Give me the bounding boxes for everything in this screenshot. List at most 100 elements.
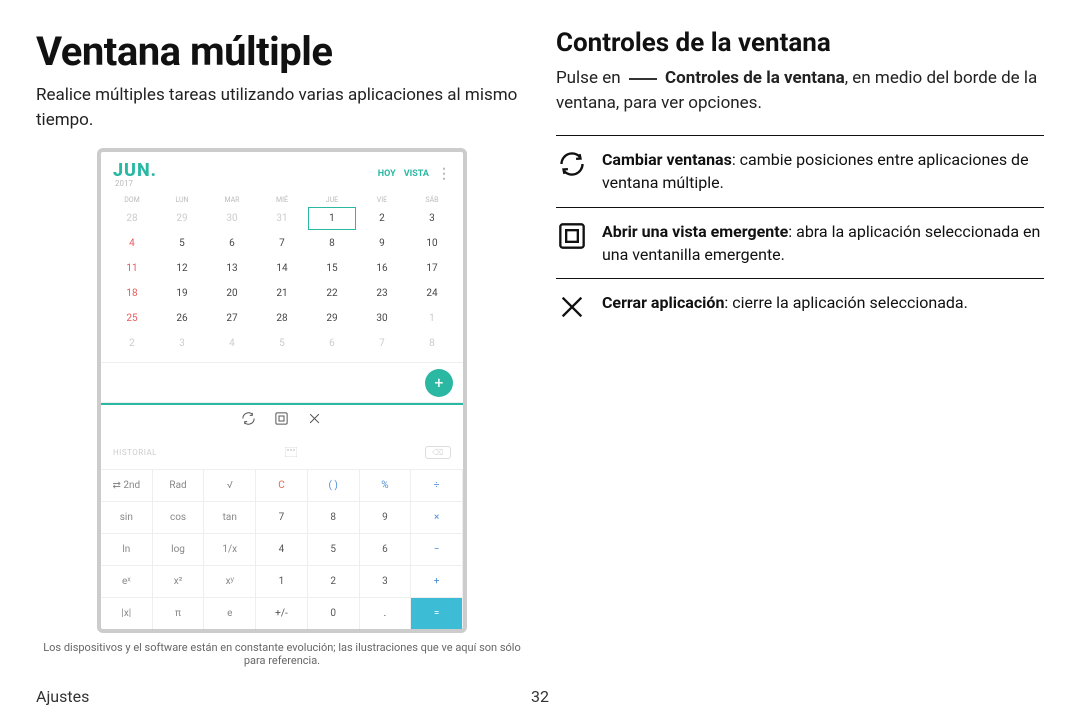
calendar-vista-link[interactable]: VISTA: [404, 169, 429, 179]
calc-key[interactable]: Rad: [153, 469, 205, 501]
calendar-day[interactable]: 6: [207, 231, 257, 256]
calendar-day[interactable]: 30: [357, 306, 407, 331]
calc-key[interactable]: ×: [411, 501, 463, 533]
calendar-day[interactable]: 23: [357, 281, 407, 306]
calendar-day[interactable]: 12: [157, 256, 207, 281]
calendar-day[interactable]: 1: [307, 206, 357, 231]
calendar-day[interactable]: 1: [407, 306, 457, 331]
calendar-day[interactable]: 15: [307, 256, 357, 281]
window-controls-bar[interactable]: [101, 403, 463, 436]
calendar-day[interactable]: 3: [407, 206, 457, 231]
more-icon[interactable]: ⋮: [437, 170, 451, 178]
calc-key[interactable]: cos: [153, 501, 205, 533]
calc-key[interactable]: eˣ: [101, 565, 153, 597]
calc-key[interactable]: |x|: [101, 597, 153, 629]
calendar-day[interactable]: 2: [107, 331, 157, 356]
calendar-day[interactable]: 13: [207, 256, 257, 281]
calc-mode-icon[interactable]: ⌫: [425, 446, 451, 459]
swap-windows-icon[interactable]: [241, 411, 256, 430]
calendar-day[interactable]: 19: [157, 281, 207, 306]
calendar-day[interactable]: 6: [307, 331, 357, 356]
calendar-day[interactable]: 30: [207, 206, 257, 231]
calc-key[interactable]: −: [411, 533, 463, 565]
calc-key[interactable]: 6: [360, 533, 412, 565]
calendar-day[interactable]: 20: [207, 281, 257, 306]
calc-key[interactable]: 1: [256, 565, 308, 597]
calendar-dow: LUN: [157, 194, 207, 206]
calendar-month: JUN.: [113, 160, 157, 181]
calendar-day[interactable]: 14: [257, 256, 307, 281]
calc-key[interactable]: 0: [308, 597, 360, 629]
calc-key[interactable]: ( ): [308, 469, 360, 501]
footer-section: Ajustes: [36, 687, 89, 706]
calendar-day[interactable]: 16: [357, 256, 407, 281]
section-heading: Controles de la ventana: [556, 28, 1044, 58]
calendar-day[interactable]: 10: [407, 231, 457, 256]
swap-windows-icon: [556, 148, 588, 180]
calc-key[interactable]: 8: [308, 501, 360, 533]
calc-key[interactable]: C: [256, 469, 308, 501]
calc-key[interactable]: ln: [101, 533, 153, 565]
calc-key[interactable]: %: [360, 469, 412, 501]
calendar-day[interactable]: 2: [357, 206, 407, 231]
calendar-day[interactable]: 4: [207, 331, 257, 356]
close-app-icon: [556, 291, 588, 323]
calendar-day[interactable]: 24: [407, 281, 457, 306]
calendar-dow: DOM: [107, 194, 157, 206]
calendar-day[interactable]: 28: [257, 306, 307, 331]
calc-key[interactable]: tan: [204, 501, 256, 533]
calc-key[interactable]: π: [153, 597, 205, 629]
calc-key[interactable]: .: [360, 597, 412, 629]
calendar-day[interactable]: 21: [257, 281, 307, 306]
calendar-day[interactable]: 3: [157, 331, 207, 356]
calendar-day[interactable]: 7: [257, 231, 307, 256]
calc-key[interactable]: +: [411, 565, 463, 597]
calendar-day[interactable]: 28: [107, 206, 157, 231]
calc-history-label[interactable]: HISTORIAL: [113, 448, 157, 457]
calendar-day[interactable]: 17: [407, 256, 457, 281]
calendar-day[interactable]: 29: [157, 206, 207, 231]
keypad-icon[interactable]: [285, 447, 297, 459]
calendar-day[interactable]: 25: [107, 306, 157, 331]
calc-key[interactable]: 2: [308, 565, 360, 597]
calc-key[interactable]: =: [411, 597, 463, 629]
calc-key[interactable]: x²: [153, 565, 205, 597]
add-event-fab[interactable]: +: [425, 369, 453, 397]
calc-key[interactable]: xʸ: [204, 565, 256, 597]
phone-illustration: JUN. 2017 HOY VISTA ⋮ DOMLUNMARMIÉJUEVIE…: [36, 148, 528, 633]
popup-view-icon[interactable]: [274, 411, 289, 430]
dash-icon: [629, 78, 657, 80]
calendar-day[interactable]: 4: [107, 231, 157, 256]
calc-key[interactable]: 4: [256, 533, 308, 565]
calendar-day[interactable]: 5: [257, 331, 307, 356]
calendar-day[interactable]: 9: [357, 231, 407, 256]
page-footer: Ajustes 32: [36, 687, 1044, 706]
calc-key[interactable]: √: [204, 469, 256, 501]
calc-key[interactable]: ⇄ 2nd: [101, 469, 153, 501]
calendar-day[interactable]: 5: [157, 231, 207, 256]
calendar-day[interactable]: 8: [407, 331, 457, 356]
calendar-day[interactable]: 11: [107, 256, 157, 281]
calc-key[interactable]: sin: [101, 501, 153, 533]
calendar-hoy-link[interactable]: HOY: [378, 169, 396, 179]
calendar-day[interactable]: 29: [307, 306, 357, 331]
list-item: Abrir una vista emergente: abra la aplic…: [556, 208, 1044, 279]
calc-key[interactable]: 7: [256, 501, 308, 533]
calendar-day[interactable]: 31: [257, 206, 307, 231]
calc-key[interactable]: 9: [360, 501, 412, 533]
calc-key[interactable]: 3: [360, 565, 412, 597]
calc-key[interactable]: ÷: [411, 469, 463, 501]
calendar-day[interactable]: 7: [357, 331, 407, 356]
close-app-icon[interactable]: [307, 411, 322, 430]
calc-key[interactable]: e: [204, 597, 256, 629]
calendar-day[interactable]: 18: [107, 281, 157, 306]
calendar-dow: SÁB: [407, 194, 457, 206]
calc-key[interactable]: 5: [308, 533, 360, 565]
calc-key[interactable]: 1/x: [204, 533, 256, 565]
calendar-day[interactable]: 27: [207, 306, 257, 331]
calendar-day[interactable]: 22: [307, 281, 357, 306]
calc-key[interactable]: log: [153, 533, 205, 565]
calendar-day[interactable]: 8: [307, 231, 357, 256]
calc-key[interactable]: +/-: [256, 597, 308, 629]
calendar-day[interactable]: 26: [157, 306, 207, 331]
